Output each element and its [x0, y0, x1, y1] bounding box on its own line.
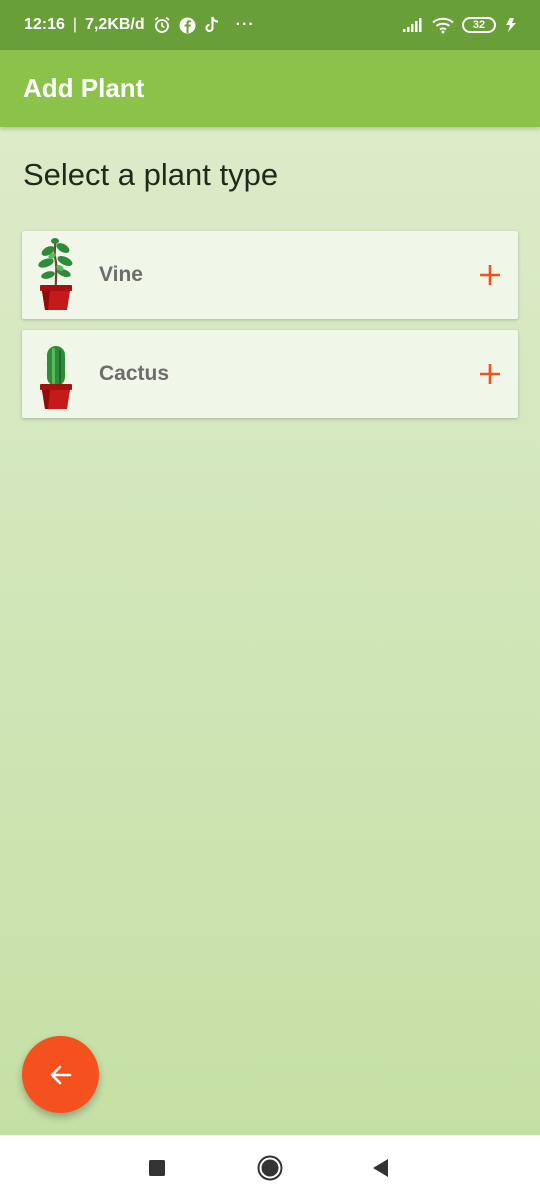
main-content: Select a plant type Vine Cactus — [0, 127, 540, 1135]
add-icon[interactable] — [478, 362, 502, 386]
app-bar: Add Plant — [0, 50, 540, 127]
status-bar: 12:16 | 7,2KB/d ··· 32 — [0, 0, 540, 50]
tiktok-icon — [204, 16, 220, 34]
network-speed: 7,2KB/d — [85, 16, 145, 33]
plant-card-cactus[interactable]: Cactus — [22, 330, 518, 418]
more-indicator: ··· — [235, 16, 255, 33]
battery-icon: 32 — [462, 17, 496, 33]
plant-card-vine[interactable]: Vine — [22, 231, 518, 319]
home-icon[interactable] — [257, 1155, 283, 1181]
page-heading: Select a plant type — [23, 157, 279, 192]
plant-name: Cactus — [99, 362, 170, 385]
add-icon[interactable] — [478, 263, 502, 287]
status-separator: | — [72, 16, 78, 33]
cactus-plant-icon — [22, 334, 84, 415]
facebook-icon — [179, 17, 196, 34]
status-time: 12:16 — [24, 16, 65, 33]
status-right: 32 — [402, 17, 518, 34]
signal-icon — [402, 17, 424, 33]
charging-icon — [504, 17, 518, 33]
alarm-icon — [153, 16, 171, 34]
arrow-back-icon — [48, 1062, 74, 1088]
app-title: Add Plant — [23, 73, 145, 103]
vine-plant-icon — [22, 235, 84, 316]
plant-name: Vine — [99, 263, 143, 286]
back-fab-button[interactable] — [22, 1036, 99, 1113]
recents-icon[interactable] — [148, 1159, 166, 1177]
system-nav-bar — [0, 1135, 540, 1200]
status-left: 12:16 | 7,2KB/d ··· — [24, 16, 255, 34]
back-icon[interactable] — [371, 1158, 389, 1178]
wifi-icon — [432, 17, 454, 34]
